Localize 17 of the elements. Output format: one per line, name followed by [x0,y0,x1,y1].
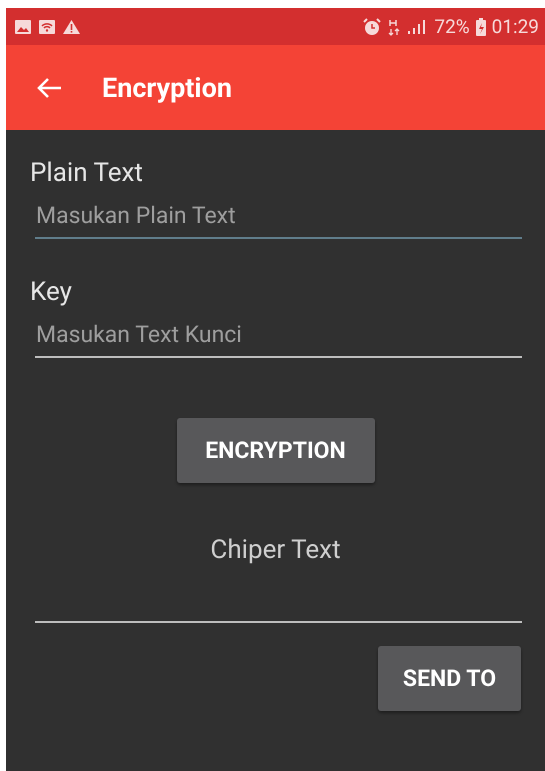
battery-percent: 72% [434,15,470,38]
alarm-icon [362,18,382,36]
network-icon [388,18,400,36]
encryption-button[interactable]: ENCRYPTION [176,418,374,483]
wifi-icon [38,18,56,34]
field-label: Plain Text [30,158,144,188]
image-icon [14,18,32,34]
warning-icon [62,18,81,34]
output-label: Chiper Text [210,535,341,565]
battery-charging-icon [476,18,486,36]
screen-title: Encryption [102,72,232,104]
send-to-button[interactable]: SEND TO [378,646,521,711]
text-input-field[interactable]: Masukan Text Kunci [35,317,522,358]
text-input-field[interactable]: Masukan Plain Text [35,198,522,239]
clock-time: 01:29 [492,15,539,38]
back-arrow-icon[interactable] [36,76,62,98]
field-label: Key [30,277,73,307]
